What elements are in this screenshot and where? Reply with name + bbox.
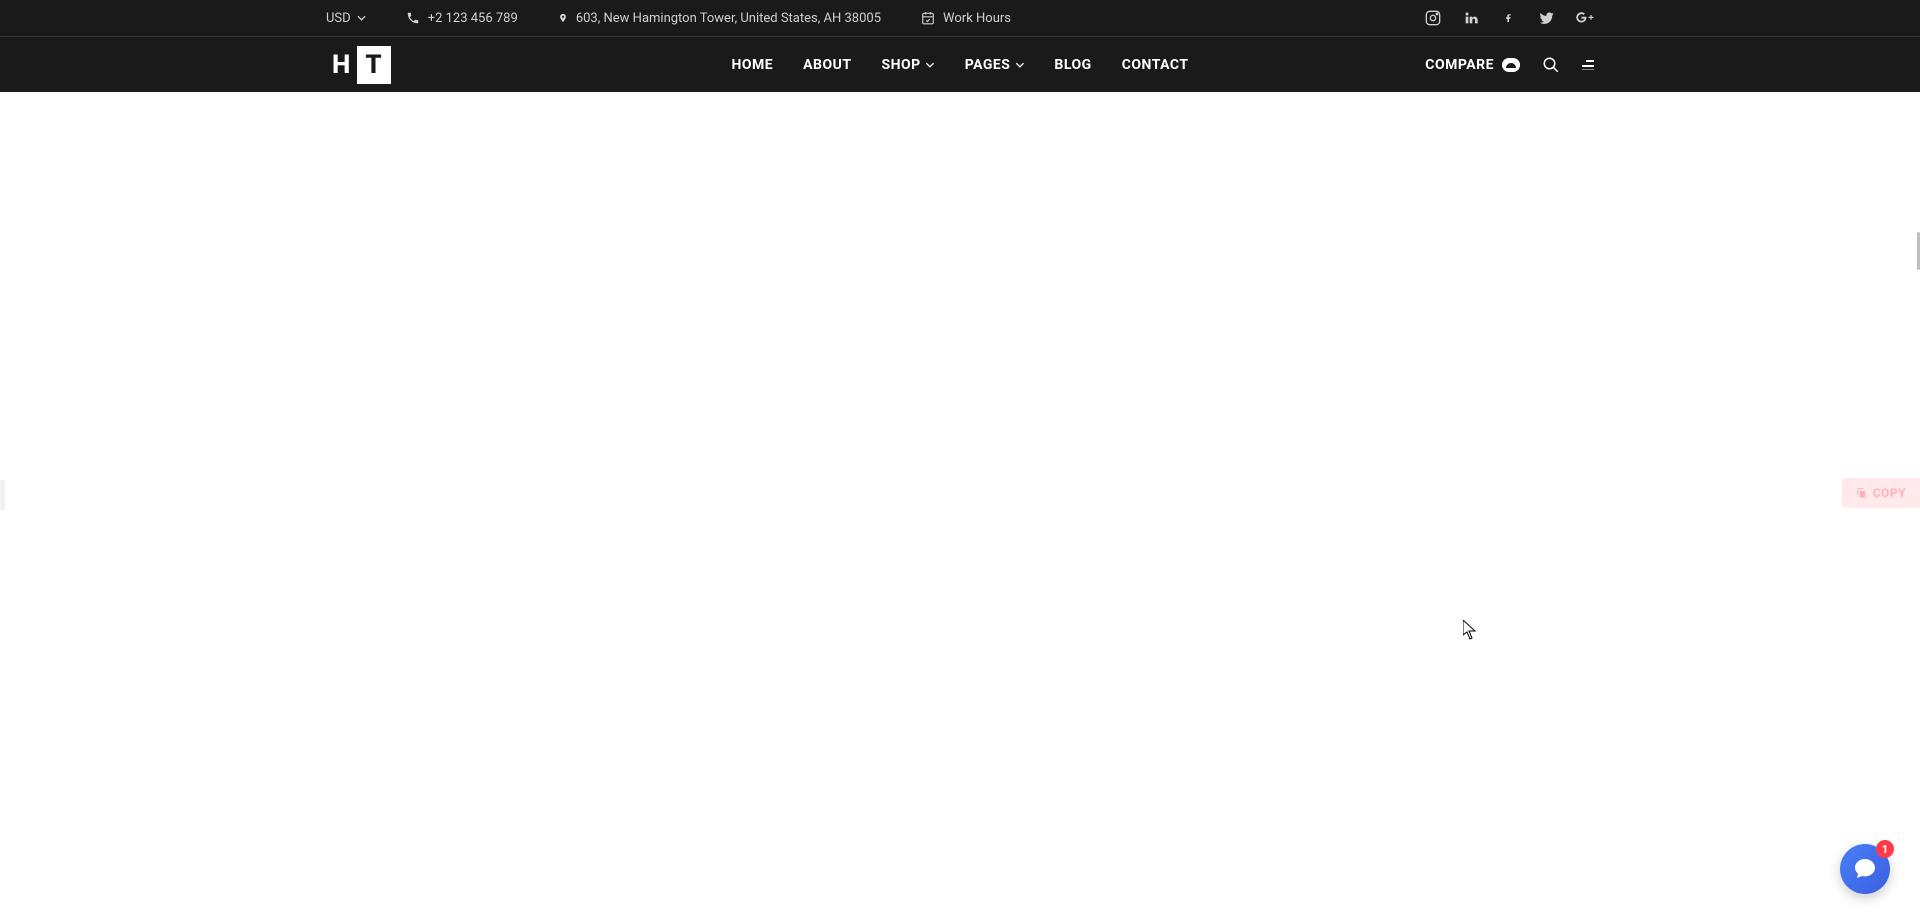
nav-item-about[interactable]: ABOUT: [803, 57, 851, 73]
nav-item-label: CONTACT: [1122, 57, 1189, 73]
address-item: 603, New Hamington Tower, United States,…: [558, 11, 881, 26]
scrollbar[interactable]: [1916, 92, 1920, 914]
search-button[interactable]: [1542, 56, 1560, 74]
chevron-down-icon: [357, 15, 366, 21]
nav-right: COMPARE: [1425, 56, 1594, 74]
nav-item-label: HOME: [731, 57, 773, 73]
address-text: 603, New Hamington Tower, United States,…: [576, 11, 881, 26]
nav-item-label: ABOUT: [803, 57, 851, 73]
menu-toggle-button[interactable]: [1582, 60, 1594, 70]
nav-item-label: PAGES: [965, 57, 1011, 73]
topbar-right: [1424, 9, 1594, 27]
copy-button[interactable]: COPY: [1842, 478, 1920, 508]
chat-badge: 1: [1876, 840, 1894, 858]
compare-badge-icon: [1502, 58, 1520, 72]
phone-item[interactable]: +2 123 456 789: [406, 11, 518, 26]
top-bar: USD +2 123 456 789 603, New Hamington To…: [0, 0, 1920, 37]
copy-label: COPY: [1873, 486, 1906, 500]
nav-item-shop[interactable]: SHOP: [882, 57, 935, 73]
chat-widget[interactable]: 1: [1840, 844, 1890, 894]
nav-menu: HOME ABOUT SHOP PAGES BLOG CONTACT: [731, 57, 1188, 73]
nav-item-blog[interactable]: BLOG: [1054, 57, 1091, 73]
mouse-cursor: [1463, 620, 1477, 640]
chevron-down-icon: [1015, 62, 1024, 68]
compare-label: COMPARE: [1425, 57, 1494, 73]
copy-icon: [1856, 487, 1867, 499]
currency-label: USD: [326, 11, 351, 26]
calendar-check-icon: [921, 11, 935, 25]
left-edge-sliver: [0, 480, 5, 510]
phone-text: +2 123 456 789: [428, 11, 518, 26]
work-hours-text: Work Hours: [943, 11, 1011, 26]
facebook-icon[interactable]: [1500, 9, 1518, 27]
chat-badge-count: 1: [1882, 843, 1888, 856]
nav-item-pages[interactable]: PAGES: [965, 57, 1025, 73]
compare-link[interactable]: COMPARE: [1425, 57, 1520, 73]
nav-item-contact[interactable]: CONTACT: [1122, 57, 1189, 73]
topbar-left: USD +2 123 456 789 603, New Hamington To…: [326, 11, 1011, 26]
search-icon: [1542, 56, 1560, 74]
nav-item-home[interactable]: HOME: [731, 57, 773, 73]
hamburger-icon: [1582, 60, 1594, 70]
logo-right: T: [357, 46, 390, 84]
chevron-down-icon: [926, 62, 935, 68]
logo[interactable]: H T: [326, 46, 391, 84]
main-nav: H T HOME ABOUT SHOP PAGES BLOG CONTACT C…: [0, 37, 1920, 92]
chat-icon: [1853, 857, 1877, 881]
location-icon: [558, 11, 568, 25]
nav-item-label: BLOG: [1054, 57, 1091, 73]
work-hours-item[interactable]: Work Hours: [921, 11, 1011, 26]
phone-icon: [406, 11, 420, 25]
instagram-icon[interactable]: [1424, 9, 1442, 27]
twitter-icon[interactable]: [1538, 9, 1556, 27]
linkedin-icon[interactable]: [1462, 9, 1480, 27]
logo-left: H: [326, 46, 357, 84]
nav-item-label: SHOP: [882, 57, 921, 73]
google-plus-icon[interactable]: [1576, 9, 1594, 27]
currency-selector[interactable]: USD: [326, 11, 366, 26]
